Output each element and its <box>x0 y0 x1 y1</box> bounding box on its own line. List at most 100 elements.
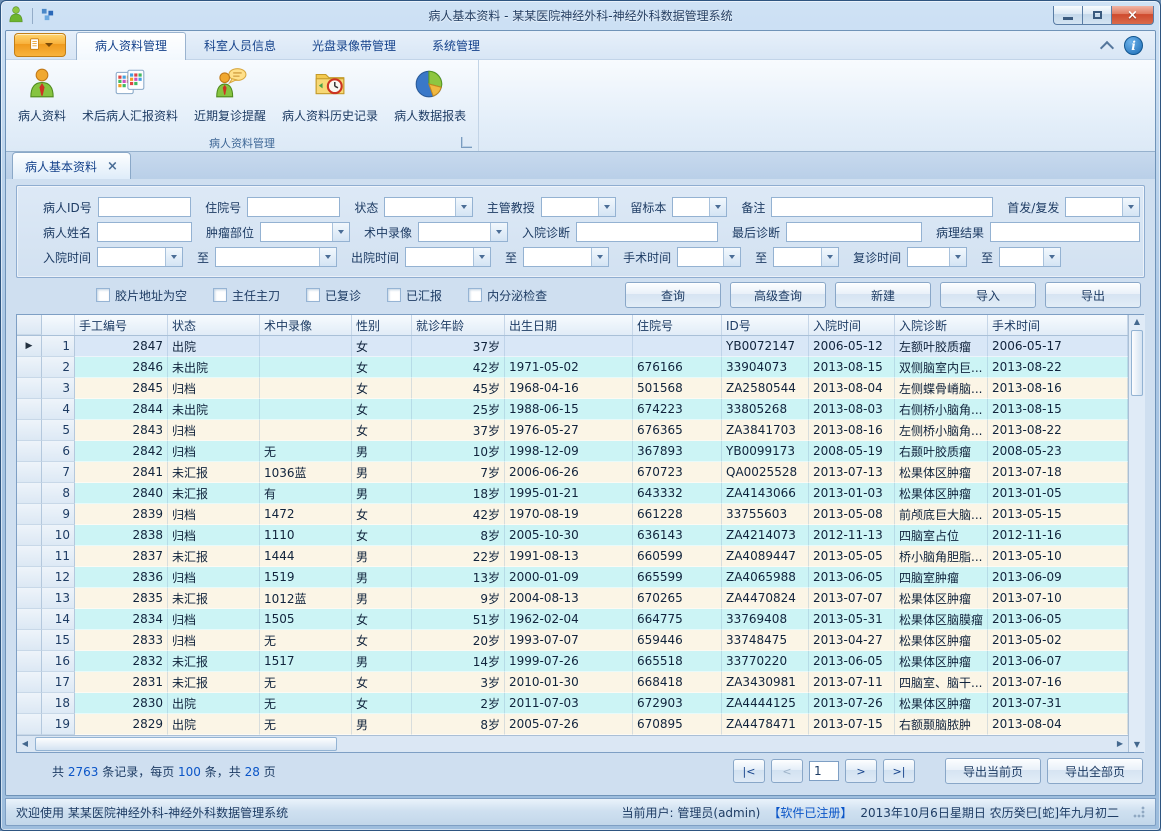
collapse-ribbon-icon[interactable] <box>1100 40 1114 54</box>
column-header-手术时间[interactable]: 手术时间 <box>988 315 1128 335</box>
history-folder-button[interactable]: 病人资料历史记录 <box>274 62 386 126</box>
surgery-date-to[interactable] <box>773 247 839 267</box>
combo-dropdown-icon[interactable] <box>1043 248 1060 266</box>
first-or-relapse-select[interactable] <box>1065 197 1140 217</box>
status-select[interactable] <box>384 197 472 217</box>
vertical-scrollbar[interactable]: ▲ ▼ <box>1128 315 1145 752</box>
admission-diagnosis-input[interactable] <box>576 222 718 242</box>
revisited-checkbox[interactable]: 已复诊 <box>306 287 361 304</box>
table-row[interactable]: 162832未汇报1517男14岁1999-07-266655183377022… <box>17 651 1128 672</box>
checkbox-icon[interactable] <box>213 288 227 302</box>
scroll-up-icon[interactable]: ▲ <box>1129 315 1145 329</box>
director-surgeon-checkbox[interactable]: 主任主刀 <box>213 287 280 304</box>
combo-dropdown-icon[interactable] <box>821 248 838 266</box>
ribbon-tab-4[interactable]: 系统管理 <box>414 33 498 59</box>
combo-dropdown-icon[interactable] <box>332 223 349 241</box>
table-row[interactable]: 102838归档1110女8岁2005-10-30636143ZA4214073… <box>17 525 1128 546</box>
column-header-住院号[interactable]: 住院号 <box>633 315 722 335</box>
resize-grip[interactable] <box>1133 806 1145 818</box>
next-page-button[interactable]: > <box>845 759 877 783</box>
patient-name-input[interactable] <box>97 222 192 242</box>
surgery-date-from[interactable] <box>677 247 741 267</box>
horizontal-scroll-thumb[interactable] <box>35 737 337 751</box>
app-logo-icon[interactable] <box>7 5 25 26</box>
column-header-性别[interactable]: 性别 <box>352 315 412 335</box>
discharge-date-to[interactable] <box>523 247 609 267</box>
table-row[interactable]: 32845归档女45岁1968-04-16501568ZA25805442013… <box>17 378 1128 399</box>
column-header-手工编号[interactable]: 手工编号 <box>75 315 168 335</box>
horizontal-scrollbar[interactable]: ◀ ▶ <box>17 735 1128 752</box>
checkbox-icon[interactable] <box>387 288 401 302</box>
table-row[interactable]: 62842归档无男10岁1998-12-09367893YB0099173200… <box>17 441 1128 462</box>
query-button[interactable]: 查询 <box>625 282 721 308</box>
admit-date-from[interactable] <box>97 247 183 267</box>
chief-professor-select[interactable] <box>541 197 617 217</box>
tumor-site-select[interactable] <box>260 222 350 242</box>
table-row[interactable]: 82840未汇报有男18岁1995-01-21643332ZA414306620… <box>17 483 1128 504</box>
dialog-launcher-icon[interactable] <box>461 137 472 148</box>
combo-dropdown-icon[interactable] <box>591 248 608 266</box>
ribbon-tab-1[interactable]: 病人资料管理 <box>76 32 186 60</box>
combo-dropdown-icon[interactable] <box>709 198 726 216</box>
revisit-reminder-button[interactable]: 近期复诊提醒 <box>186 62 274 126</box>
table-row[interactable]: 112837未汇报1444男22岁1991-08-13660599ZA40894… <box>17 546 1128 567</box>
column-header-术中录像[interactable]: 术中录像 <box>260 315 352 335</box>
application-menu-button[interactable] <box>14 33 66 57</box>
column-header-ID号[interactable]: ID号 <box>722 315 809 335</box>
advanced-query-button[interactable]: 高级查询 <box>730 282 826 308</box>
ribbon-tab-2[interactable]: 科室人员信息 <box>186 33 294 59</box>
remark-input[interactable] <box>771 197 993 217</box>
table-row[interactable]: 22846未出院女42岁1971-05-02676166339040732013… <box>17 357 1128 378</box>
tab-close-icon[interactable]: × <box>107 162 118 172</box>
table-row[interactable]: ▶12847出院女37岁YB00721472006-05-12左额叶胶质瘤200… <box>17 336 1128 357</box>
import-button[interactable]: 导入 <box>940 282 1036 308</box>
combo-dropdown-icon[interactable] <box>455 198 472 216</box>
new-button[interactable]: 新建 <box>835 282 931 308</box>
combo-dropdown-icon[interactable] <box>490 223 507 241</box>
table-row[interactable]: 132835未汇报1012蓝男9岁2004-08-13670265ZA44708… <box>17 588 1128 609</box>
column-header-出生日期[interactable]: 出生日期 <box>505 315 633 335</box>
combo-dropdown-icon[interactable] <box>598 198 615 216</box>
table-row[interactable]: 72841未汇报1036蓝男7岁2006-06-26670723QA002552… <box>17 462 1128 483</box>
column-header-就诊年龄[interactable]: 就诊年龄 <box>412 315 505 335</box>
admit-date-to[interactable] <box>215 247 337 267</box>
discharge-date-from[interactable] <box>405 247 491 267</box>
film-address-empty-checkbox[interactable]: 胶片地址为空 <box>96 287 187 304</box>
revisit-date-to[interactable] <box>999 247 1061 267</box>
pie-chart-button[interactable]: 病人数据报表 <box>386 62 474 126</box>
page-number-input[interactable]: 1 <box>809 761 839 781</box>
specimen-select[interactable] <box>672 197 727 217</box>
export-current-page-button[interactable]: 导出当前页 <box>945 758 1041 784</box>
final-diagnosis-input[interactable] <box>786 222 922 242</box>
endocrine-exam-checkbox[interactable]: 内分泌检查 <box>468 287 547 304</box>
column-header-入院诊断[interactable]: 入院诊断 <box>895 315 988 335</box>
column-header-状态[interactable]: 状态 <box>168 315 260 335</box>
patient-id-input[interactable] <box>98 197 191 217</box>
combo-dropdown-icon[interactable] <box>165 248 182 266</box>
column-header-rownum[interactable] <box>42 315 75 335</box>
previous-page-button[interactable]: < <box>771 759 803 783</box>
inpatient-no-input[interactable] <box>247 197 340 217</box>
last-page-button[interactable]: >| <box>883 759 915 783</box>
info-icon[interactable]: i <box>1124 36 1143 55</box>
ribbon-tab-3[interactable]: 光盘录像带管理 <box>294 33 414 59</box>
patient-button[interactable]: 病人资料 <box>10 62 74 126</box>
scroll-down-icon[interactable]: ▼ <box>1129 738 1145 752</box>
combo-dropdown-icon[interactable] <box>723 248 740 266</box>
pathology-result-input[interactable] <box>990 222 1140 242</box>
scroll-right-icon[interactable]: ▶ <box>1112 737 1128 751</box>
table-row[interactable]: 52843归档女37岁1976-05-27676365ZA38417032013… <box>17 420 1128 441</box>
table-row[interactable]: 182830出院无女2岁2011-07-03672903ZA4444125201… <box>17 693 1128 714</box>
checkbox-icon[interactable] <box>306 288 320 302</box>
vertical-scroll-thumb[interactable] <box>1131 330 1143 396</box>
checkbox-icon[interactable] <box>468 288 482 302</box>
close-button[interactable]: × <box>1111 6 1154 25</box>
tab-patient-basic-info[interactable]: 病人基本资料 × <box>12 152 131 181</box>
combo-dropdown-icon[interactable] <box>473 248 490 266</box>
intraop-video-select[interactable] <box>418 222 508 242</box>
export-button[interactable]: 导出 <box>1045 282 1141 308</box>
table-row[interactable]: 92839归档1472女42岁1970-08-19661228337556032… <box>17 504 1128 525</box>
report-grid-button[interactable]: 术后病人汇报资料 <box>74 62 186 126</box>
reported-checkbox[interactable]: 已汇报 <box>387 287 442 304</box>
quick-access-icon[interactable] <box>40 7 55 25</box>
